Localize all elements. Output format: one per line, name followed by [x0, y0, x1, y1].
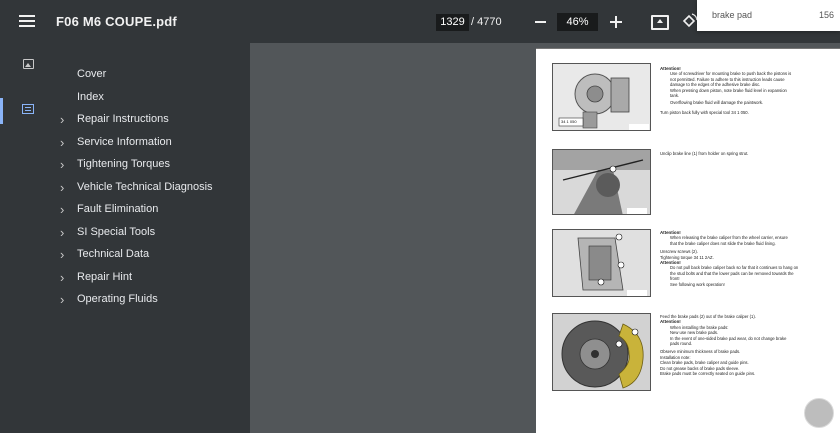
page-total: / 4770 [471, 16, 502, 28]
note-block-1: Attention! Use of screwdriver for mounti… [660, 66, 816, 115]
fit-to-page-icon[interactable] [651, 15, 669, 30]
note-line: Brake pads must be correctly seated on g… [660, 371, 756, 377]
zoom-out-button[interactable] [535, 21, 546, 23]
outline-icon[interactable] [22, 104, 34, 114]
search-suggestion-popup[interactable]: brake pad 156 [697, 0, 840, 31]
figure-brake-piston-tool: 34 1 050 [552, 63, 651, 131]
chevron-right-icon[interactable]: › [60, 181, 64, 194]
figure-brake-pads [552, 313, 651, 391]
note-heading-1: Attention! [660, 66, 681, 71]
note-footer: Turn piston back fully with special tool… [660, 109, 749, 115]
note-intro: Feed the brake pads (2) out of the brake… [660, 314, 756, 319]
scroll-button[interactable] [804, 398, 834, 428]
outline-item[interactable]: Technical Data [77, 248, 149, 260]
document-title: F06 M6 COUPE.pdf [56, 14, 177, 29]
chevron-right-icon[interactable]: › [60, 158, 64, 171]
pdf-page: 34 1 050 Attention! Use of screwdriver f… [536, 48, 840, 433]
note-block-3: Attention! When releasing the brake cali… [660, 230, 816, 287]
note-line: Tightening torque 34 11 2AZ. [660, 254, 714, 260]
active-indicator [0, 98, 3, 124]
outline-item[interactable]: Repair Hint [77, 271, 132, 283]
note-line: tank. [670, 93, 680, 99]
menu-icon[interactable] [19, 14, 37, 28]
sidebar: Cover Index › Repair Instructions › Service I… [0, 43, 250, 433]
chevron-right-icon[interactable]: › [60, 293, 64, 306]
note-line: Overflowing brake fluid will damage the … [670, 100, 764, 106]
outline-item[interactable]: Index [77, 91, 104, 103]
note-block-2: Unclip brake line (1) from holder on spr… [660, 151, 816, 156]
chevron-right-icon[interactable]: › [60, 271, 64, 284]
note-heading-4: Attention! [660, 319, 681, 325]
note-block-4: Feed the brake pads (2) out of the brake… [660, 314, 816, 376]
note-line: pads round. [670, 341, 693, 347]
chevron-right-icon[interactable]: › [60, 136, 64, 149]
tool-tag: 34 1 050 [561, 119, 577, 124]
outline-item[interactable]: Repair Instructions [77, 113, 169, 125]
note-heading-3: Attention! [660, 230, 681, 235]
note-line: See following work operation! [670, 281, 725, 287]
chevron-right-icon[interactable]: › [60, 248, 64, 261]
outline-item[interactable]: Fault Elimination [77, 203, 158, 215]
search-result-text: brake pad [712, 10, 753, 20]
page-number-input[interactable]: 1329 [436, 14, 469, 31]
search-result-page: 156 [819, 10, 835, 20]
pdf-viewer[interactable]: 34 1 050 Attention! Use of screwdriver f… [250, 43, 840, 433]
chevron-right-icon[interactable]: › [60, 226, 64, 239]
zoom-level-input[interactable]: 46% [557, 13, 598, 31]
chevron-right-icon[interactable]: › [60, 203, 64, 216]
note-line: Unclip brake line (1) from holder on spr… [660, 151, 749, 156]
chevron-right-icon[interactable]: › [60, 113, 64, 126]
figure-brake-line [552, 149, 651, 215]
note-heading-3b: Attention! [660, 260, 681, 266]
note-line: that the brake caliper does not slide th… [670, 240, 776, 246]
outline-item[interactable]: Cover [77, 68, 106, 80]
outline-item[interactable]: Vehicle Technical Diagnosis [77, 181, 213, 193]
rotate-icon[interactable] [681, 12, 698, 30]
outline-item[interactable]: SI Special Tools [77, 226, 155, 238]
outline-item[interactable]: Tightening Torques [77, 158, 170, 170]
outline-item[interactable]: Service Information [77, 136, 172, 148]
page-edge [536, 48, 840, 49]
figure-caliper-screws [552, 229, 651, 297]
outline-item[interactable]: Operating Fluids [77, 293, 158, 305]
thumbnails-icon[interactable] [23, 59, 34, 69]
zoom-in-button[interactable] [610, 16, 622, 28]
